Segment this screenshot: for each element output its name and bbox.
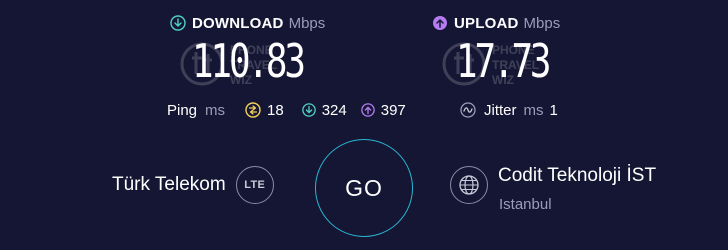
upload-header: UPLOAD Mbps xyxy=(432,12,582,34)
ping-label: Ping xyxy=(167,101,198,119)
download-speed-value: 110.83 xyxy=(192,34,306,88)
download-arrow-icon xyxy=(301,103,316,117)
server-name[interactable]: Codit Teknoloji İST xyxy=(498,165,656,187)
ping-download-stat: 324 xyxy=(301,101,347,119)
jitter-wave-icon xyxy=(460,102,476,118)
jitter-row: Jitter ms 1 xyxy=(460,100,558,120)
upload-label: UPLOAD xyxy=(454,14,519,32)
upload-arrow-icon xyxy=(433,16,447,30)
ping-idle-icon xyxy=(245,102,261,118)
connection-type-badge[interactable]: LTE xyxy=(235,166,274,204)
upload-speed-value: 17.73 xyxy=(456,34,552,88)
jitter-unit: ms xyxy=(523,101,544,119)
globe-icon-glyph xyxy=(459,175,479,195)
ping-idle-value: 18 xyxy=(267,101,284,119)
ping-upload-stat: 397 xyxy=(360,101,406,119)
ping-idle-stat: 18 xyxy=(245,102,284,119)
download-unit: Mbps xyxy=(288,14,326,32)
ping-download-value: 324 xyxy=(321,101,347,119)
ping-unit: ms xyxy=(205,101,226,119)
jitter-label: Jitter xyxy=(484,101,517,119)
download-arrow-icon xyxy=(170,15,186,31)
upload-metric: UPLOAD Mbps PHONE TRAVEL WIZ 17.73 xyxy=(432,12,582,94)
isp-info: Türk Telekom LTE xyxy=(112,166,274,204)
ping-upload-value: 397 xyxy=(380,101,406,119)
globe-icon[interactable] xyxy=(450,166,488,204)
download-header: DOWNLOAD Mbps xyxy=(170,12,340,34)
jitter-value: 1 xyxy=(549,101,558,119)
download-metric: DOWNLOAD Mbps PHONE TRAVEL WIZ 110.83 xyxy=(170,12,340,94)
upload-arrow-icon xyxy=(360,103,375,117)
upload-unit: Mbps xyxy=(523,14,561,32)
go-button[interactable]: GO xyxy=(315,139,413,237)
isp-name: Türk Telekom xyxy=(112,174,226,195)
speedtest-panel: DOWNLOAD Mbps PHONE TRAVEL WIZ 110.83 UP… xyxy=(0,0,728,250)
ping-row: Ping ms 18 324 397 xyxy=(167,100,406,120)
server-location: Istanbul xyxy=(499,196,552,213)
download-label: DOWNLOAD xyxy=(192,14,284,32)
